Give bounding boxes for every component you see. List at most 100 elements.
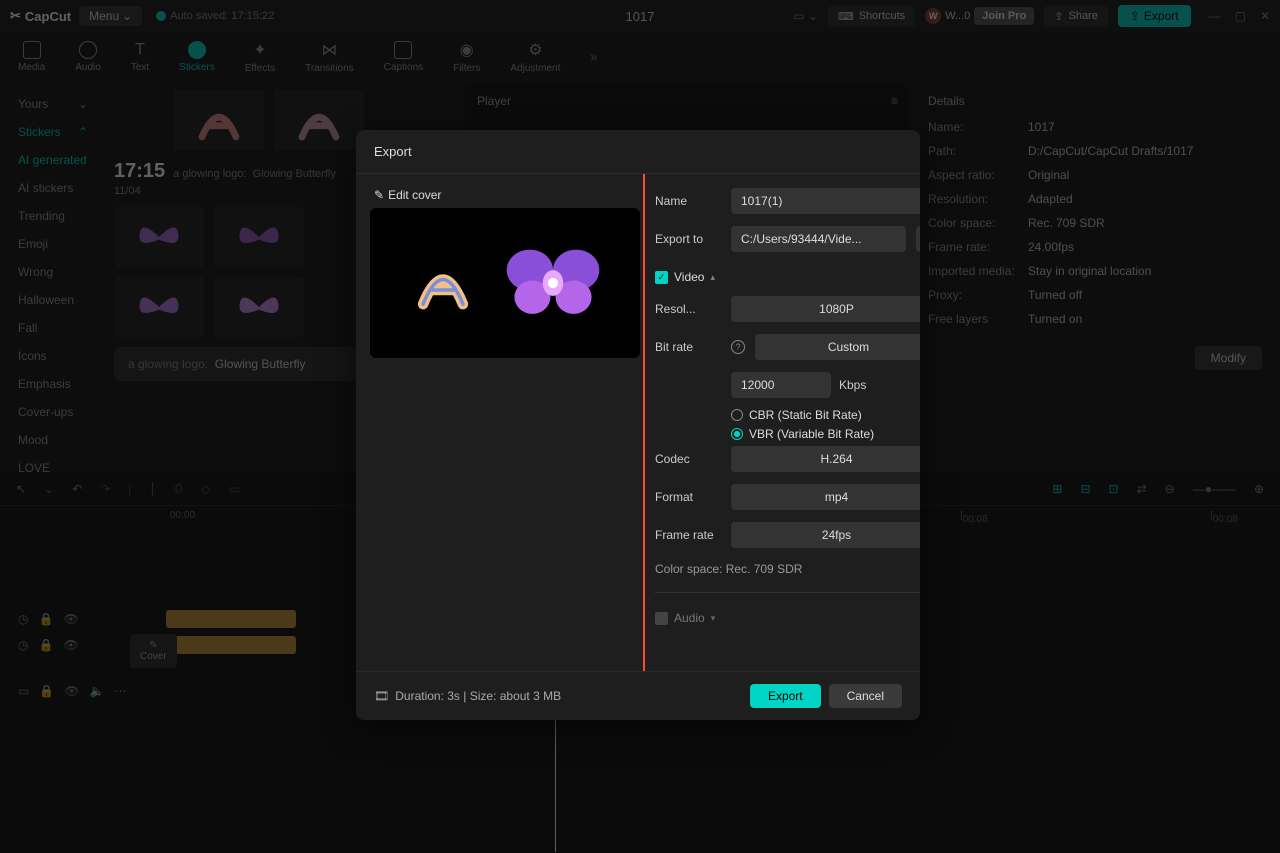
tool-transitions[interactable]: ⋈Transitions — [305, 40, 354, 74]
framerate-select[interactable]: 24fps — [731, 522, 920, 548]
timeline-clip[interactable] — [166, 636, 296, 654]
sidebar-item[interactable]: Wrong — [0, 258, 106, 286]
sidebar-item[interactable]: Mood — [0, 426, 106, 454]
undo-icon[interactable]: ↶ — [72, 482, 82, 496]
share-button[interactable]: ⇪ Share — [1044, 6, 1108, 27]
tool-captions[interactable]: Captions — [384, 41, 423, 73]
split-icon[interactable]: ⎮ — [149, 482, 155, 496]
timeline-clip[interactable] — [166, 610, 296, 628]
video-section[interactable]: ✓Video▴ — [655, 270, 920, 284]
hamburger-icon[interactable]: ≡ — [891, 94, 898, 108]
tool-effects[interactable]: ✦Effects — [245, 40, 275, 74]
volume-icon[interactable]: 🔈 — [90, 684, 105, 698]
tool-stickers[interactable]: Stickers — [179, 41, 215, 73]
gen-time: 17:15 — [114, 160, 165, 183]
tool-icon[interactable]: ◇ — [201, 482, 210, 496]
modify-button[interactable]: Modify — [1195, 346, 1262, 370]
sticker-thumb[interactable] — [174, 90, 264, 150]
bitrate-label: Bit rate — [655, 340, 721, 354]
bitrate-select[interactable]: Custom — [755, 334, 920, 360]
maximize-icon[interactable]: ▢ — [1235, 9, 1246, 23]
export-dialog: Export ✎ Edit cover Name Export to 🗀 ✓Vi… — [356, 130, 920, 720]
tool-icon[interactable]: ⊡ — [1109, 482, 1119, 496]
cancel-button[interactable]: Cancel — [829, 684, 902, 708]
codec-select[interactable]: H.264 — [731, 446, 920, 472]
sticker-thumb[interactable] — [214, 207, 304, 267]
codec-label: Codec — [655, 452, 721, 466]
redo-icon[interactable]: ↷ — [100, 482, 110, 496]
tool-text[interactable]: TText — [131, 41, 149, 73]
shortcuts-button[interactable]: ⌨ Shortcuts — [828, 6, 915, 27]
export-button[interactable]: Export — [750, 684, 821, 708]
sidebar-item[interactable]: Emphasis — [0, 370, 106, 398]
zoom-out-icon[interactable]: ⊖ — [1165, 482, 1175, 496]
aspect-icon[interactable]: ▭ ⌄ — [793, 9, 818, 23]
tool-icon[interactable]: ⊟ — [1080, 482, 1090, 496]
tool-adjustment[interactable]: ⚙Adjustment — [510, 40, 560, 74]
more-icon[interactable]: ⋯ — [114, 684, 126, 698]
avatar[interactable]: W — [925, 8, 941, 24]
pointer-icon[interactable]: ↖ — [16, 482, 26, 496]
audio-section[interactable]: Audio▾ — [655, 611, 920, 625]
lock-icon[interactable]: 🔒 — [38, 638, 53, 652]
sidebar-item[interactable]: Halloween — [0, 286, 106, 314]
menu-button[interactable]: Menu ⌄ — [79, 6, 142, 26]
lock-icon[interactable]: 🔒 — [38, 612, 53, 626]
sidebar-stickers[interactable]: Stickers⌃ — [0, 118, 106, 146]
sidebar-item[interactable]: Fall — [0, 314, 106, 342]
sidebar-item[interactable]: AI stickers — [0, 174, 106, 202]
eye-icon[interactable]: 👁 — [63, 638, 78, 652]
sidebar-item[interactable]: AI generated — [0, 146, 106, 174]
tool-icon[interactable]: ⎙ — [174, 481, 184, 496]
name-input[interactable] — [731, 188, 920, 214]
eye-icon[interactable]: 👁 — [63, 612, 78, 626]
minimize-icon[interactable]: — — [1209, 9, 1221, 23]
tools-more-icon[interactable]: » — [590, 50, 597, 64]
sidebar-item[interactable]: Trending — [0, 202, 106, 230]
close-icon[interactable]: ✕ — [1260, 9, 1270, 23]
info-icon[interactable]: ? — [731, 340, 745, 354]
sidebar-item[interactable]: Emoji — [0, 230, 106, 258]
tool-icon[interactable]: ⊞ — [1052, 482, 1062, 496]
sticker-thumb[interactable] — [114, 207, 204, 267]
chevron-down-icon[interactable]: ⌄ — [44, 482, 54, 496]
zoom-in-icon[interactable]: ⊕ — [1254, 482, 1264, 496]
film-icon: 🎞 — [374, 689, 389, 703]
vbr-radio[interactable]: VBR (Variable Bit Rate) — [731, 427, 920, 441]
clock-icon[interactable]: ◷ — [18, 612, 28, 626]
exportto-input[interactable] — [731, 226, 906, 252]
cbr-radio[interactable]: CBR (Static Bit Rate) — [731, 408, 920, 422]
checkbox-on-icon[interactable]: ✓ — [655, 271, 668, 284]
tool-filters[interactable]: ◉Filters — [453, 40, 480, 74]
resolution-label: Resol... — [655, 302, 721, 316]
tool-icon[interactable]: ⇄ — [1137, 482, 1147, 496]
folder-icon[interactable]: 🗀 — [916, 226, 920, 252]
dialog-title: Export — [356, 130, 920, 174]
eye-icon[interactable]: 👁 — [64, 684, 79, 698]
colorspace-text: Color space: Rec. 709 SDR — [655, 562, 920, 576]
sidebar-item[interactable]: LOVE — [0, 454, 106, 482]
clock-icon[interactable]: ◷ — [18, 638, 28, 652]
sticker-thumb[interactable] — [274, 90, 364, 150]
lock-icon[interactable]: 🔒 — [39, 684, 54, 698]
zoom-slider[interactable]: —●—— — [1193, 482, 1236, 496]
sidebar-yours[interactable]: Yours⌄ — [0, 90, 106, 118]
divider — [655, 592, 920, 593]
tool-icon[interactable]: ▭ — [228, 482, 239, 496]
edit-cover-button[interactable]: ✎ Edit cover — [370, 188, 637, 202]
checkbox-off-icon[interactable] — [655, 612, 668, 625]
sticker-thumb[interactable] — [114, 277, 204, 337]
cover-button[interactable]: ✎Cover — [130, 634, 177, 668]
tool-media[interactable]: Media — [18, 41, 45, 73]
bitrate-value-input[interactable] — [731, 372, 831, 398]
join-pro-button[interactable]: Join Pro — [974, 7, 1034, 25]
format-select[interactable]: mp4 — [731, 484, 920, 510]
export-button-top[interactable]: ⇪ Export — [1118, 5, 1191, 27]
resolution-select[interactable]: 1080P — [731, 296, 920, 322]
tool-audio[interactable]: Audio — [75, 41, 101, 73]
sidebar-item[interactable]: Icons — [0, 342, 106, 370]
chevron-down-icon: ⌄ — [78, 97, 88, 111]
sidebar-item[interactable]: Cover-ups — [0, 398, 106, 426]
tool-icon[interactable]: ▭ — [18, 684, 29, 698]
sticker-thumb[interactable] — [214, 277, 304, 337]
